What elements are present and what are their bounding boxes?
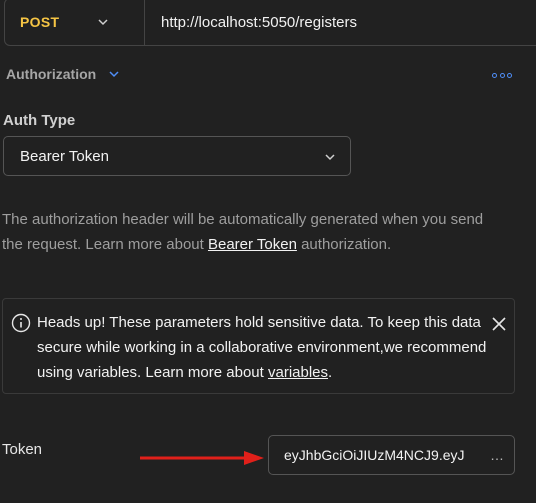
auth-type-value: Bearer Token <box>20 147 109 165</box>
auth-type-select[interactable]: Bearer Token <box>3 136 351 176</box>
chevron-down-icon <box>109 71 119 78</box>
sensitive-data-banner: Heads up! These parameters hold sensitiv… <box>2 298 515 394</box>
auth-panel: POST http://localhost:5050/registers Aut… <box>0 0 536 503</box>
info-icon <box>11 313 31 333</box>
request-url-bar: POST http://localhost:5050/registers <box>4 0 536 46</box>
token-input[interactable]: eyJhbGciOiJIUzM4NCJ9.eyJ … <box>268 435 515 475</box>
bearer-token-link[interactable]: Bearer Token <box>208 236 297 253</box>
red-arrow-annotation <box>140 451 264 465</box>
method-label: POST <box>20 14 60 30</box>
authorization-tab[interactable]: Authorization <box>6 66 120 82</box>
auth-type-heading: Auth Type <box>3 112 76 129</box>
chevron-down-icon <box>325 154 335 161</box>
banner-text: Heads up! These parameters hold sensitiv… <box>37 314 487 381</box>
authorization-tab-label: Authorization <box>6 66 97 82</box>
token-label: Token <box>2 441 43 458</box>
url-input[interactable]: http://localhost:5050/registers <box>161 14 357 31</box>
method-select[interactable]: POST <box>5 0 145 45</box>
variables-link[interactable]: variables <box>268 364 328 381</box>
banner-message: Heads up! These parameters hold sensitiv… <box>37 310 487 385</box>
chevron-down-icon <box>98 19 108 26</box>
auth-description-suffix: authorization. <box>296 236 392 253</box>
token-overflow: … <box>490 447 504 463</box>
token-value: eyJhbGciOiJIUzM4NCJ9.eyJ <box>284 447 465 463</box>
auth-description: The authorization header will be automat… <box>2 207 502 257</box>
close-icon[interactable] <box>492 317 506 331</box>
more-options-icon[interactable] <box>492 71 512 79</box>
banner-text-suffix: . <box>328 364 333 381</box>
